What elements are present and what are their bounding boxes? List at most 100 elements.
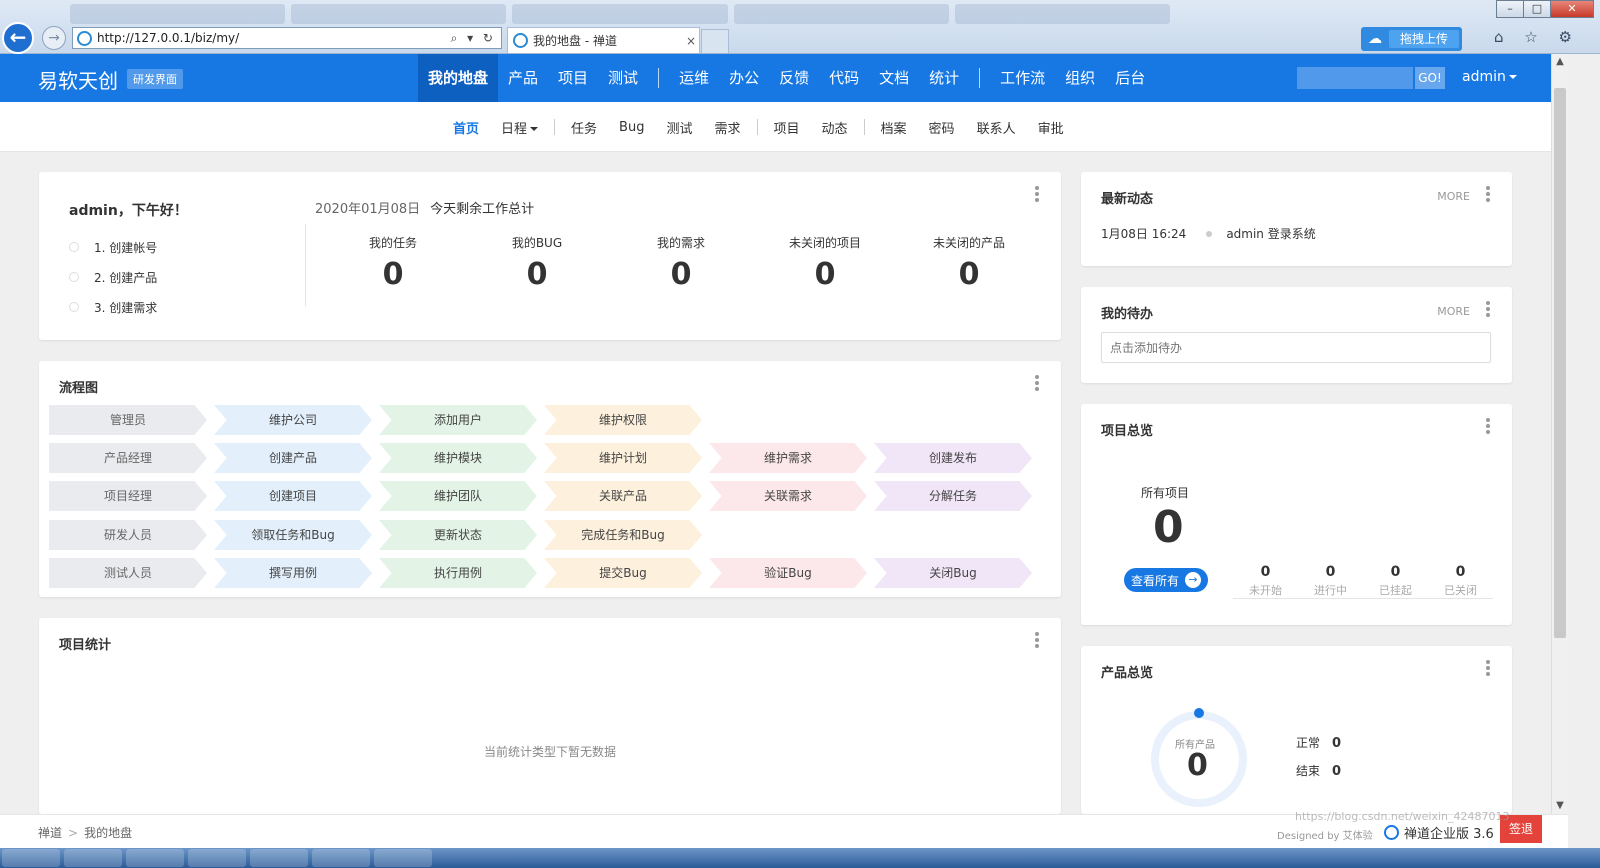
back-button[interactable]: ← xyxy=(2,22,34,54)
stat-suspended[interactable]: 0 已挂起 xyxy=(1363,564,1428,598)
nav-office[interactable]: 办公 xyxy=(719,54,769,102)
tab-close-icon[interactable]: × xyxy=(683,34,699,48)
subnav-project[interactable]: 项目 xyxy=(763,118,811,137)
nav-project[interactable]: 项目 xyxy=(548,54,598,102)
subnav-bug[interactable]: Bug xyxy=(608,120,655,135)
stat-not-started[interactable]: 0 未开始 xyxy=(1233,564,1298,598)
stat-my-tasks[interactable]: 我的任务 0 xyxy=(321,234,465,292)
subnav-calendar[interactable]: 日程 xyxy=(490,118,549,137)
search-input[interactable] xyxy=(1297,67,1413,89)
nav-workflow[interactable]: 工作流 xyxy=(990,54,1055,102)
project-status-stats: 0 未开始 0 进行中 0 已挂起 0 已关闭 xyxy=(1233,564,1493,599)
maximize-button[interactable]: □ xyxy=(1523,0,1551,18)
search-refresh-icons[interactable]: ⌕ ▾ ↻ xyxy=(451,31,501,46)
more-link[interactable]: MORE xyxy=(1437,190,1470,203)
more-menu-icon[interactable] xyxy=(1035,375,1041,393)
flow-step: 创建发布 xyxy=(874,443,1032,473)
nav-report[interactable]: 统计 xyxy=(919,54,969,102)
step-dot-icon xyxy=(69,302,79,312)
upload-button[interactable]: ☁ 拖拽上传 xyxy=(1361,27,1462,51)
taskbar-item[interactable] xyxy=(64,849,122,867)
nav-code[interactable]: 代码 xyxy=(819,54,869,102)
nav-feedback[interactable]: 反馈 xyxy=(769,54,819,102)
todo-panel: 我的待办 MORE xyxy=(1081,287,1512,383)
flow-step: 领取任务和Bug xyxy=(214,520,372,550)
stat-closed[interactable]: 结束 0 xyxy=(1296,762,1341,790)
scroll-down-icon[interactable]: ▼ xyxy=(1552,798,1568,814)
brand-name[interactable]: 易软天创 xyxy=(38,65,118,94)
user-name: admin xyxy=(1462,69,1506,85)
add-todo-input[interactable] xyxy=(1101,332,1491,363)
more-menu-icon[interactable] xyxy=(1486,186,1492,204)
more-menu-icon[interactable] xyxy=(1486,301,1492,319)
breadcrumb-home[interactable]: 禅道 xyxy=(38,826,62,840)
stat-my-bugs[interactable]: 我的BUG 0 xyxy=(465,234,609,292)
close-window-button[interactable]: ✕ xyxy=(1550,0,1594,18)
nav-company[interactable]: 组织 xyxy=(1055,54,1105,102)
view-all-button[interactable]: 查看所有 → xyxy=(1124,568,1208,592)
flow-step: 关联产品 xyxy=(544,481,702,511)
user-menu[interactable]: admin xyxy=(1462,69,1517,85)
stat-closed[interactable]: 0 已关闭 xyxy=(1428,564,1493,598)
scroll-up-icon[interactable]: ▲ xyxy=(1552,54,1568,70)
stat-my-stories[interactable]: 我的需求 0 xyxy=(609,234,753,292)
page-scrollbar[interactable]: ▲ ▼ xyxy=(1551,54,1568,814)
panel-title: 流程图 xyxy=(59,381,99,396)
stat-doing[interactable]: 0 进行中 xyxy=(1298,564,1363,598)
subnav-story[interactable]: 需求 xyxy=(703,118,751,137)
home-favorites-settings-icons[interactable]: ⌂ ☆ ⚙ xyxy=(1494,28,1580,46)
stat-open-products[interactable]: 未关闭的产品 0 xyxy=(897,234,1041,292)
browser-tab-active[interactable]: 我的地盘 - 禅道 × xyxy=(507,27,700,53)
address-bar[interactable]: http://127.0.0.1/biz/my/ ⌕ ▾ ↻ xyxy=(72,27,502,49)
welcome-panel: admin，下午好！ 1. 创建帐号 2. 创建产品 3. 创建需求 2020年… xyxy=(39,172,1061,340)
search-go-button[interactable]: GO! xyxy=(1415,67,1445,89)
forward-button[interactable]: → xyxy=(42,26,66,50)
all-projects-label: 所有项目 xyxy=(1141,486,1190,500)
activity-time: 1月08日 16:24 xyxy=(1101,227,1187,241)
taskbar-item[interactable] xyxy=(126,849,184,867)
taskbar-item[interactable] xyxy=(374,849,432,867)
stat-normal[interactable]: 正常 0 xyxy=(1296,734,1341,762)
designed-by[interactable]: Designed by 艾体验 xyxy=(1277,827,1373,842)
more-menu-icon[interactable] xyxy=(1486,418,1492,436)
subnav-password[interactable]: 密码 xyxy=(918,118,966,137)
scroll-thumb[interactable] xyxy=(1554,88,1566,638)
nav-product[interactable]: 产品 xyxy=(498,54,548,102)
subnav-test[interactable]: 测试 xyxy=(655,118,703,137)
subnav-index[interactable]: 首页 xyxy=(442,118,490,137)
nav-my[interactable]: 我的地盘 xyxy=(418,54,499,102)
subnav-dynamic[interactable]: 动态 xyxy=(811,118,859,137)
subnav-review[interactable]: 审批 xyxy=(1027,118,1075,137)
more-menu-icon[interactable] xyxy=(1035,632,1041,650)
address-url[interactable]: http://127.0.0.1/biz/my/ xyxy=(97,31,451,45)
edition-info[interactable]: 禅道企业版 3.6 xyxy=(1384,823,1494,842)
step-dot-icon xyxy=(69,272,79,282)
brand-badge[interactable]: 研发界面 xyxy=(127,69,183,89)
flow-panel: 流程图 管理员 维护公司 添加用户 维护权限 产品经理 创建产品 维护模块 维护计划 维护需求创… xyxy=(39,361,1061,597)
nav-qa[interactable]: 测试 xyxy=(598,54,648,102)
step-item[interactable]: 3. 创建需求 xyxy=(69,292,157,322)
taskbar-item[interactable] xyxy=(188,849,246,867)
subnav-task[interactable]: 任务 xyxy=(560,118,608,137)
minimize-button[interactable]: – xyxy=(1496,0,1524,18)
taskbar-item[interactable] xyxy=(2,849,60,867)
stat-open-projects[interactable]: 未关闭的项目 0 xyxy=(753,234,897,292)
browser-chrome: – □ ✕ ← → http://127.0.0.1/biz/my/ ⌕ ▾ ↻… xyxy=(0,0,1600,54)
more-link[interactable]: MORE xyxy=(1437,305,1470,318)
arrow-right-icon: → xyxy=(1185,572,1201,588)
more-menu-icon[interactable] xyxy=(1486,660,1492,678)
nav-doc[interactable]: 文档 xyxy=(869,54,919,102)
nav-ops[interactable]: 运维 xyxy=(669,54,719,102)
taskbar-item[interactable] xyxy=(312,849,370,867)
new-tab-button[interactable] xyxy=(701,29,729,53)
nav-admin[interactable]: 后台 xyxy=(1105,54,1155,102)
subnav-contacts[interactable]: 联系人 xyxy=(966,118,1027,137)
step-item[interactable]: 1. 创建帐号 xyxy=(69,232,157,262)
subnav-profile[interactable]: 档案 xyxy=(870,118,918,137)
empty-state-text: 当前统计类型下暂无数据 xyxy=(483,745,616,759)
taskbar-item[interactable] xyxy=(250,849,308,867)
step-item[interactable]: 2. 创建产品 xyxy=(69,262,157,292)
breadcrumb-current[interactable]: 我的地盘 xyxy=(84,826,132,840)
more-menu-icon[interactable] xyxy=(1035,186,1041,204)
activity-item[interactable]: 1月08日 16:24 admin 登录系统 xyxy=(1101,225,1316,242)
